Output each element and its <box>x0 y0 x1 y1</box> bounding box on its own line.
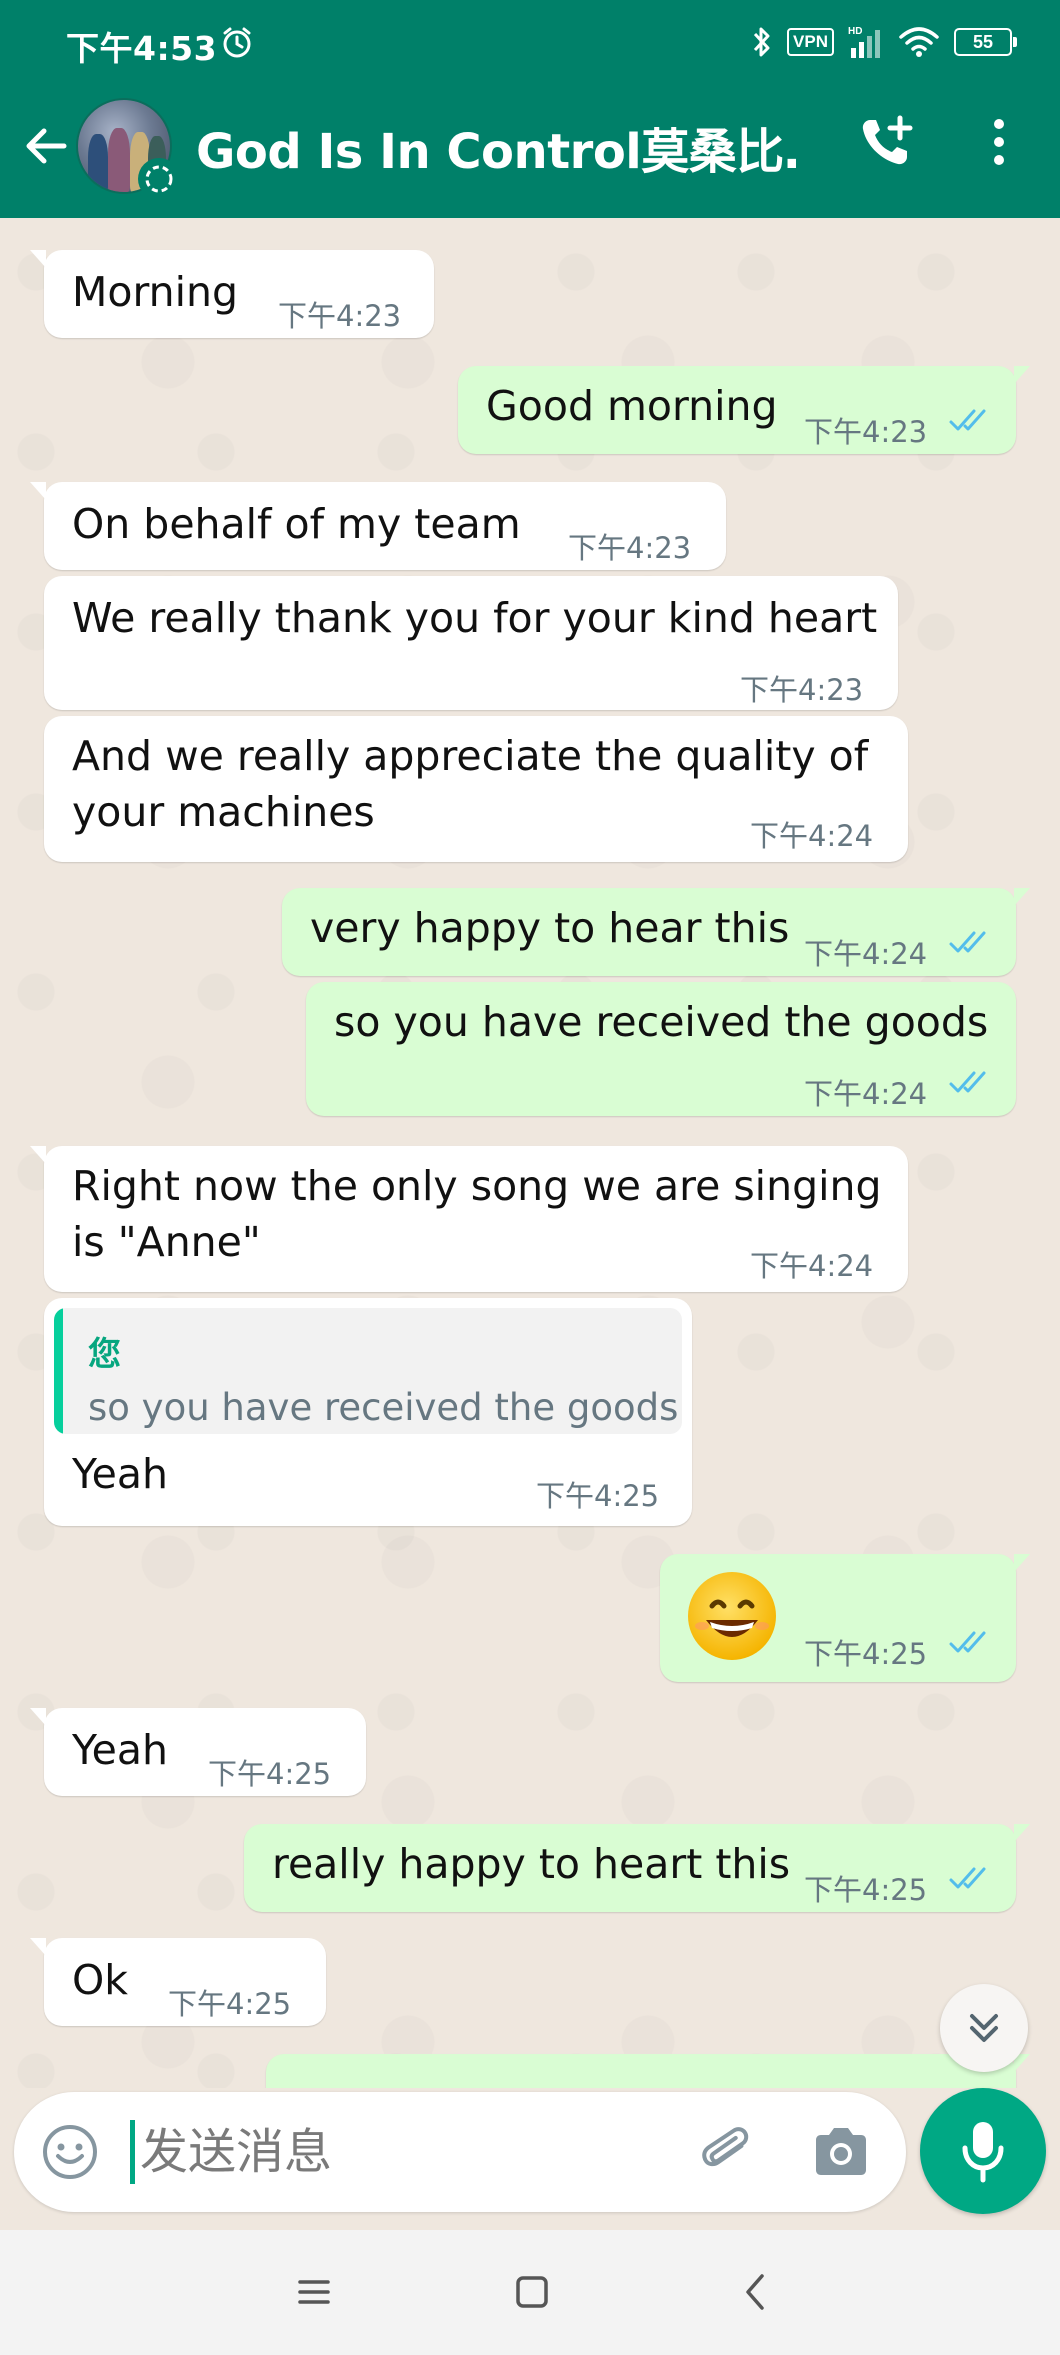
message-text: very happy to hear this <box>310 904 790 952</box>
message-text: Right now the only song we are singing <box>72 1162 882 1210</box>
menu-lines-icon[interactable] <box>282 2260 346 2324</box>
outgoing-emoji-message[interactable]: 下午4:25 <box>660 1554 1030 1682</box>
message-text: is "Anne" <box>72 1218 261 1266</box>
incoming-reply-message[interactable]: 您 so you have received the goods Yeah 下午… <box>44 1298 692 1526</box>
app-bar: God Is In Control莫桑比… <box>0 90 1060 218</box>
message-text: so you have received the goods <box>334 998 989 1046</box>
outgoing-message-partial <box>266 2054 1030 2088</box>
message-time: 下午4:25 <box>536 1479 660 1513</box>
svg-text:HD: HD <box>848 26 862 37</box>
back-chevron-icon[interactable] <box>724 2260 788 2324</box>
status-ring-icon <box>138 158 180 200</box>
message-composer <box>14 2092 906 2212</box>
scroll-to-bottom-button[interactable] <box>940 1984 1028 2072</box>
message-time: 下午4:25 <box>804 1873 928 1907</box>
vpn-badge: VPN <box>787 28 834 56</box>
read-ticks-icon <box>949 1867 986 1889</box>
outgoing-message[interactable]: really happy to heart this 下午4:25 <box>244 1824 1030 1912</box>
battery-icon: 55 <box>954 28 1017 56</box>
double-chevron-down-icon <box>970 2014 998 2042</box>
quote-text: so you have received the goods <box>88 1386 679 1429</box>
status-bar: 下午4:53 VPN HD 55 <box>0 0 1060 90</box>
incoming-message[interactable]: Ok 下午4:25 <box>30 1938 326 2026</box>
message-text: your machines <box>72 788 375 836</box>
battery-level: 55 <box>972 31 994 52</box>
grinning-face-emoji <box>688 1572 776 1660</box>
message-text: On behalf of my team <box>72 500 521 548</box>
read-ticks-icon <box>949 409 986 431</box>
message-time: 下午4:24 <box>804 1077 928 1111</box>
camera-icon[interactable] <box>810 2124 872 2180</box>
incoming-message[interactable]: And we really appreciate the quality of … <box>44 716 908 862</box>
add-call-icon[interactable] <box>856 112 916 172</box>
message-time: 下午4:23 <box>278 299 402 333</box>
alarm-icon <box>223 27 251 58</box>
message-text: really happy to heart this <box>272 1840 791 1888</box>
message-text: Ok <box>72 1956 129 2004</box>
message-text: Morning <box>72 268 238 316</box>
back-arrow-icon[interactable] <box>18 118 74 174</box>
message-time: 下午4:24 <box>804 937 928 971</box>
chat-header: 下午4:53 VPN HD 55 God Is In Control莫桑比… <box>0 0 1060 218</box>
wifi-icon <box>899 27 939 57</box>
read-ticks-icon <box>949 1631 986 1653</box>
incoming-message[interactable]: Yeah 下午4:25 <box>30 1708 366 1796</box>
more-vertical-icon[interactable] <box>976 112 1022 172</box>
incoming-message[interactable]: On behalf of my team 下午4:23 <box>30 482 726 570</box>
message-time: 下午4:25 <box>168 1987 292 2021</box>
message-text: Yeah <box>72 1726 168 1774</box>
read-ticks-icon <box>949 931 986 953</box>
message-text: We really thank you for your kind heart <box>72 594 878 642</box>
microphone-icon <box>962 2122 1004 2183</box>
emoji-icon[interactable] <box>40 2122 100 2182</box>
message-input[interactable] <box>140 2114 660 2190</box>
outgoing-message[interactable]: so you have received the goods 下午4:24 <box>306 982 1016 1116</box>
bluetooth-icon <box>753 27 770 57</box>
message-time: 下午4:23 <box>804 415 928 449</box>
text-cursor <box>130 2120 135 2184</box>
outgoing-message[interactable]: very happy to hear this 下午4:24 <box>282 888 1030 976</box>
message-time: 下午4:25 <box>208 1757 332 1791</box>
signal-icon: HD <box>848 26 880 58</box>
read-ticks-icon <box>949 1071 986 1093</box>
message-time: 下午4:24 <box>750 819 874 853</box>
message-time: 下午4:24 <box>750 1249 874 1283</box>
home-square-icon[interactable] <box>500 2260 564 2324</box>
incoming-message[interactable]: We really thank you for your kind heart … <box>44 576 898 710</box>
voice-message-button[interactable] <box>920 2088 1046 2214</box>
message-text: Good morning <box>486 382 778 430</box>
message-time: 下午4:25 <box>804 1637 928 1671</box>
message-text: Yeah <box>72 1450 168 1498</box>
message-list[interactable]: Morning 下午4:23 Good morning 下午4:23 On be… <box>0 218 1060 2088</box>
quoted-message[interactable]: 您 so you have received the goods <box>54 1308 682 1434</box>
paperclip-icon[interactable] <box>698 2122 760 2184</box>
message-time: 下午4:23 <box>568 531 692 565</box>
message-text: And we really appreciate the quality of <box>72 732 869 780</box>
outgoing-message[interactable]: Good morning 下午4:23 <box>458 366 1030 454</box>
system-navigation-bar <box>0 2230 1060 2355</box>
message-time: 下午4:23 <box>740 673 864 707</box>
status-icons: VPN HD 55 <box>751 22 1017 62</box>
incoming-message[interactable]: Right now the only song we are singing i… <box>30 1146 908 1292</box>
quote-author: 您 <box>88 1334 121 1373</box>
status-time: 下午4:53 <box>66 29 218 68</box>
chat-title[interactable]: God Is In Control莫桑比… <box>196 112 796 182</box>
incoming-message[interactable]: Morning 下午4:23 <box>30 250 434 338</box>
